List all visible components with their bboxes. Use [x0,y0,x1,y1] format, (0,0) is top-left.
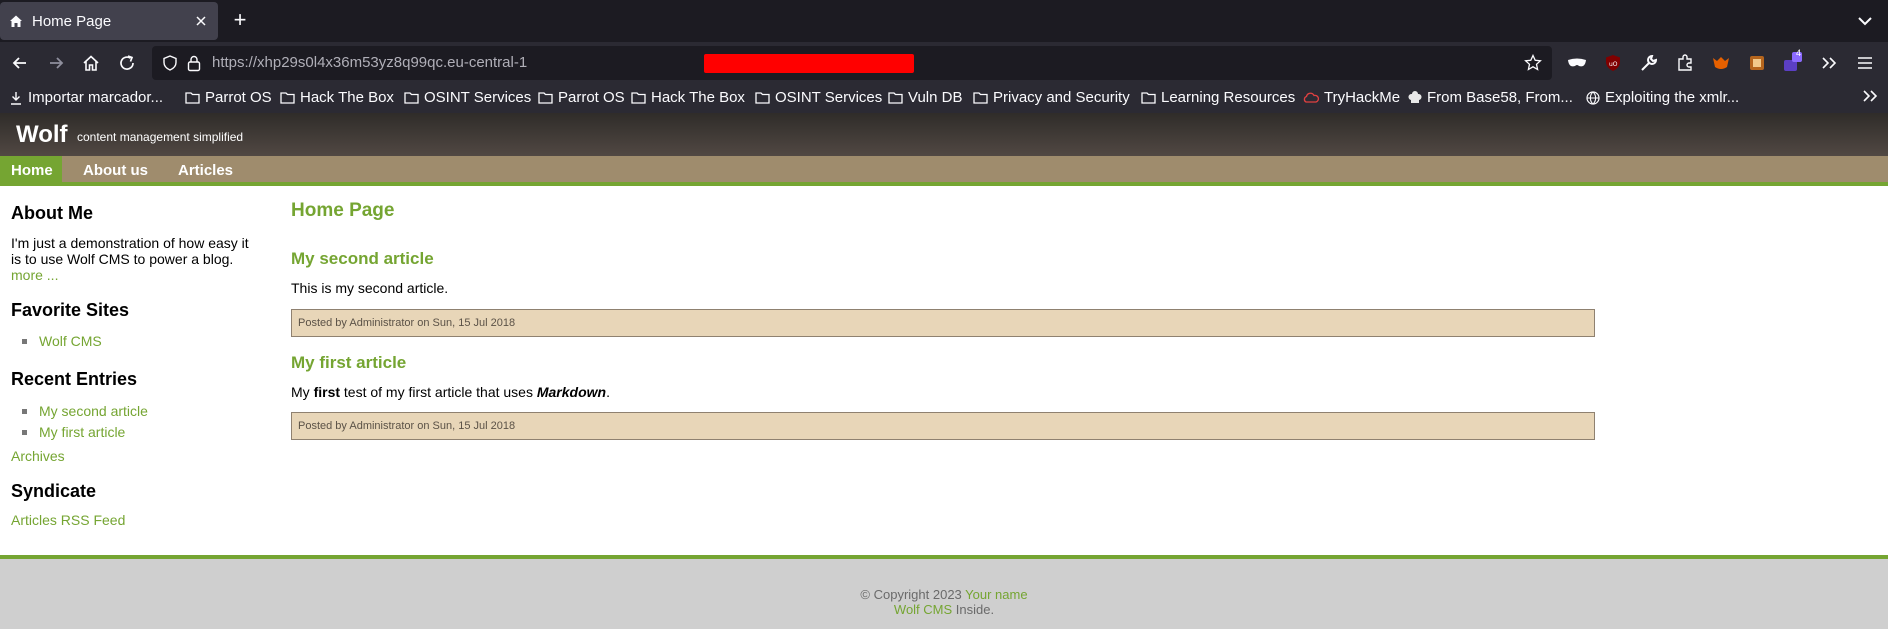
syndicate-heading: Syndicate [11,481,97,501]
about-me-text: I'm just a demonstration of how easy it … [11,235,249,283]
wolf-cms-link[interactable]: Wolf CMS [894,602,952,617]
recent-entries-list: My second article My first article [11,402,148,444]
shield-icon[interactable] [162,55,178,76]
tab-home-page[interactable]: Home Page [0,2,218,40]
your-name-link[interactable]: Your name [965,587,1027,602]
bookmarks-overflow-chevron-icon[interactable] [1862,89,1883,103]
folder-icon [755,92,770,104]
menu-item-articles[interactable]: Articles [178,156,233,182]
foxyproxy-icon[interactable] [1708,50,1734,76]
reload-button[interactable] [114,50,140,76]
recent-entry-link[interactable]: My second article [11,402,148,423]
mask-icon[interactable] [1564,50,1590,76]
bookmark-tryhackme[interactable]: TryHackMe [1303,89,1400,106]
footer-copyright: © Copyright 2023 Your name [860,587,1028,602]
article-info: Posted by Administrator on Sun, 15 Jul 2… [291,412,1595,440]
home-icon [8,13,24,29]
bookmark-folder-vuln-db[interactable]: Vuln DB [888,89,962,106]
article-title-link[interactable]: My second article [291,249,434,269]
bookmark-folder-osint-services-2[interactable]: OSINT Services [755,89,882,106]
page-title: Home Page [291,200,395,221]
import-icon [11,91,21,105]
chevron-down-icon[interactable] [1856,12,1874,30]
extension-badge-count: 4 [1796,48,1802,58]
arrow-right-icon [50,57,64,69]
bookmark-folder-learning-resources[interactable]: Learning Resources [1141,89,1295,106]
site-menu: Home About us Articles [0,156,1888,186]
bookmark-exploiting-xmlrpc[interactable]: Exploiting the xmlr... [1586,89,1739,106]
about-me-heading: About Me [11,203,93,223]
menu-item-home[interactable]: Home [0,156,62,182]
lock-icon[interactable] [186,54,202,77]
chef-hat-icon [1408,90,1422,103]
recent-entries-heading: Recent Entries [11,369,138,389]
recent-entry-link[interactable]: My first article [11,423,148,444]
extension-badge-icon[interactable]: 4 [1780,48,1806,76]
hamburger-menu-icon[interactable] [1852,50,1878,76]
article-body: This is my second article. [291,280,449,296]
folder-icon [888,92,903,104]
bookmark-folder-privacy-and-security[interactable]: Privacy and Security [973,89,1130,106]
wrench-icon[interactable] [1636,50,1662,76]
bookmark-import[interactable]: Importar marcador... [9,89,163,106]
svg-text:uO: uO [1609,61,1618,68]
extension-box-icon[interactable] [1744,50,1770,76]
favorite-site-link[interactable]: Wolf CMS [11,332,102,353]
star-icon[interactable] [1524,53,1542,77]
arrow-left-icon [12,57,26,69]
article-info: Posted by Administrator on Sun, 15 Jul 2… [291,309,1595,337]
site-footer: © Copyright 2023 Your name Wolf CMS Insi… [0,555,1888,629]
folder-icon [631,92,646,104]
overflow-chevron-icon[interactable] [1816,50,1842,76]
home-icon [83,55,99,71]
nav-toolbar: https://xhp29s0l4x36m53yz8q99qc.eu-centr… [0,42,1888,85]
folder-icon [973,92,988,104]
tab-strip: Home Page + [0,0,1888,42]
site-logo[interactable]: Wolf [16,121,68,149]
article-title-link[interactable]: My first article [291,353,406,373]
folder-icon [185,92,200,104]
back-button[interactable] [7,50,33,76]
folder-icon [280,92,295,104]
new-tab-button[interactable]: + [228,9,252,33]
article-body: My first test of my first article that u… [291,384,610,400]
close-tab-icon[interactable] [192,12,210,30]
reload-icon [120,55,134,70]
footer-powered-by: Wolf CMS Inside. [893,602,995,617]
bookmark-folder-osint-services[interactable]: OSINT Services [404,89,531,106]
bookmark-folder-hack-the-box[interactable]: Hack The Box [280,89,394,106]
bookmark-folder-parrot-os-2[interactable]: Parrot OS [538,89,625,106]
site-header: Wolf content management simplified [0,113,1888,156]
ublock-icon[interactable]: uO [1600,50,1626,76]
bookmark-cyberchef[interactable]: From Base58, From... [1408,89,1573,106]
bookmark-folder-hack-the-box-2[interactable]: Hack The Box [631,89,745,106]
rss-feed-link[interactable]: Articles RSS Feed [11,512,125,528]
folder-icon [404,92,419,104]
bookmark-folder-parrot-os[interactable]: Parrot OS [185,89,272,106]
puzzle-icon[interactable] [1672,50,1698,76]
address-bar[interactable]: https://xhp29s0l4x36m53yz8q99qc.eu-centr… [152,46,1552,80]
menu-item-about-us[interactable]: About us [83,156,148,182]
cloud-icon [1303,92,1319,103]
globe-icon [1586,90,1600,105]
bookmarks-toolbar: Importar marcador... Parrot OS Hack The … [0,85,1888,113]
redacted-url-part [704,54,914,73]
favorite-sites-list: Wolf CMS [11,332,102,353]
folder-icon [1141,92,1156,104]
site-slogan: content management simplified [77,130,244,144]
archives-link[interactable]: Archives [11,448,65,464]
forward-button[interactable] [43,50,69,76]
url-text: https://xhp29s0l4x36m53yz8q99qc.eu-centr… [212,54,528,71]
favorite-sites-heading: Favorite Sites [11,300,130,320]
home-button[interactable] [78,50,104,76]
more-link[interactable]: more ... [11,267,58,283]
folder-icon [538,92,553,104]
tab-title: Home Page [32,12,112,30]
